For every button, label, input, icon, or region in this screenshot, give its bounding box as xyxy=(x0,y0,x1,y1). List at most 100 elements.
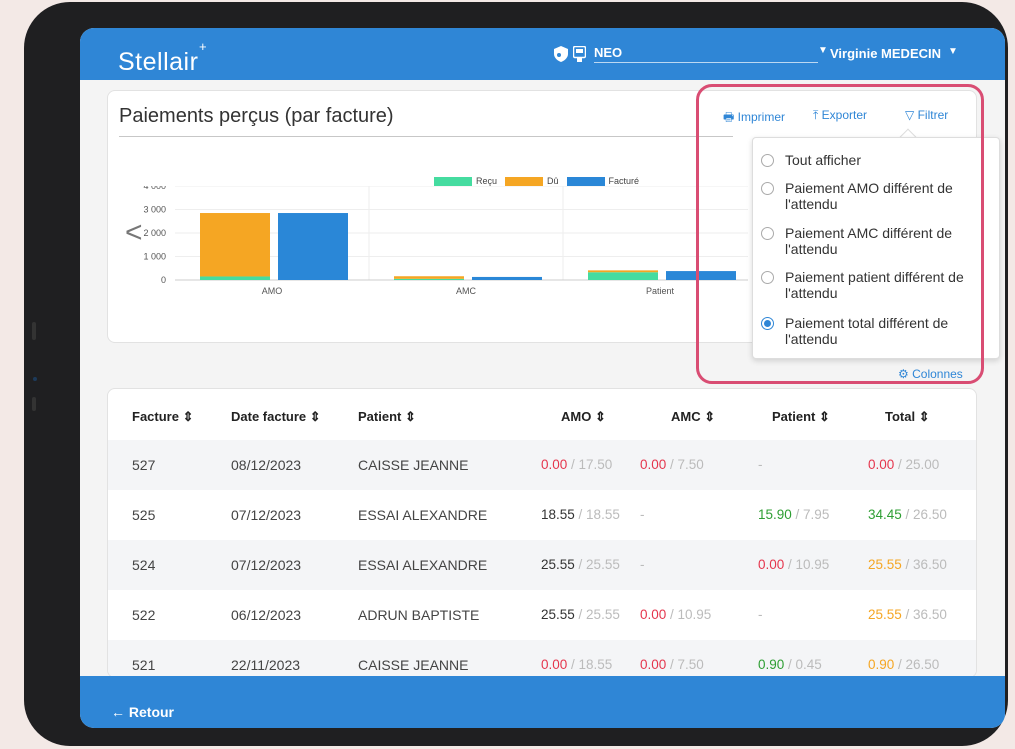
cell-amo-expected: / 25.55 xyxy=(574,557,620,572)
cell-total: 0.00 / 25.00 xyxy=(868,457,939,472)
page-title: Paiements perçus (par facture) xyxy=(119,105,394,127)
cell-total-expected: / 36.50 xyxy=(901,557,947,572)
cell-patient-amount: - xyxy=(758,607,763,622)
legend-label: Dû xyxy=(547,176,559,186)
cell-amc-value: - xyxy=(640,557,645,572)
cell-patient-amount: 15.90 / 7.95 xyxy=(758,507,829,522)
legend-label: Reçu xyxy=(476,176,498,186)
ps-selector[interactable]: NEO xyxy=(594,45,818,63)
table-row[interactable]: 522 06/12/2023 ADRUN BAPTISTE 25.55 / 25.55… xyxy=(108,590,976,640)
bar-du xyxy=(588,270,658,273)
side-sensor-light xyxy=(33,377,37,381)
cell-facture: 524 xyxy=(132,557,156,573)
cell-total: 34.45 / 26.50 xyxy=(868,507,947,522)
side-sensor xyxy=(32,322,36,340)
cell-amc-expected: / 7.50 xyxy=(666,657,704,672)
y-tick-label: 1 000 xyxy=(143,252,166,262)
cell-patient: ESSAI ALEXANDRE xyxy=(358,507,488,523)
header-amo[interactable]: AMO ⇕ xyxy=(561,409,606,425)
cell-amo-value: 25.55 xyxy=(541,557,575,572)
cell-total-value: 25.55 xyxy=(868,607,902,622)
cell-amc-value: 0.00 xyxy=(640,657,667,672)
legend-swatch xyxy=(434,176,472,186)
legend-label: Facturé xyxy=(608,176,640,186)
user-menu[interactable]: Virginie MEDECIN xyxy=(830,46,941,61)
table-row[interactable]: 527 08/12/2023 CAISSE JEANNE 0.00 / 17.50 0.… xyxy=(108,440,976,490)
highlight-frame xyxy=(696,84,984,384)
header-total[interactable]: Total ⇕ xyxy=(885,409,930,425)
cell-patient: CAISSE JEANNE xyxy=(358,657,469,673)
cell-total-expected: / 25.00 xyxy=(894,457,940,472)
shield-icon[interactable] xyxy=(554,46,568,62)
cell-amo-expected: / 18.55 xyxy=(574,507,620,522)
cell-amc: 0.00 / 10.95 xyxy=(640,607,711,622)
legend-swatch xyxy=(566,176,605,186)
cell-amc-value: - xyxy=(640,507,645,522)
app-logo: Stellair xyxy=(118,48,199,76)
header-amc[interactable]: AMC ⇕ xyxy=(671,409,715,425)
cell-amo: 0.00 / 17.50 xyxy=(541,457,612,472)
cell-patient: ESSAI ALEXANDRE xyxy=(358,557,488,573)
y-tick-label: 3 000 xyxy=(143,205,166,215)
bar-facture xyxy=(472,276,542,280)
cell-patient-amount-value: - xyxy=(758,607,763,622)
table-row[interactable]: 524 07/12/2023 ESSAI ALEXANDRE 25.55 / 25.5… xyxy=(108,540,976,590)
cell-facture: 522 xyxy=(132,607,156,623)
payments-table: Facture ⇕ Date facture ⇕ Patient ⇕ AMO ⇕… xyxy=(107,388,977,678)
cell-total-value: 25.55 xyxy=(868,557,902,572)
x-tick-label: Patient xyxy=(646,286,675,296)
cell-patient-amount-expected: / 10.95 xyxy=(784,557,830,572)
cell-amo-expected: / 25.55 xyxy=(574,607,620,622)
cell-facture: 521 xyxy=(132,657,156,673)
cell-patient-amount: 0.00 / 10.95 xyxy=(758,557,829,572)
header-patient[interactable]: Patient ⇕ xyxy=(358,409,416,425)
cell-amo-expected: / 18.55 xyxy=(567,657,613,672)
cell-amo-value: 0.00 xyxy=(541,657,568,672)
header-patient-amount[interactable]: Patient ⇕ xyxy=(772,409,830,425)
bar-recu xyxy=(394,278,464,280)
cell-date: 06/12/2023 xyxy=(231,607,302,623)
cell-total-value: 34.45 xyxy=(868,507,902,522)
cell-total: 25.55 / 36.50 xyxy=(868,607,947,622)
x-tick-label: AMO xyxy=(262,286,283,296)
cell-amc: 0.00 / 7.50 xyxy=(640,657,704,672)
bar-chart: 4 000 3 000 2 000 1 000 0 AMO AMC Patient xyxy=(143,186,748,296)
card-reader-icon[interactable] xyxy=(573,46,586,62)
chevron-down-icon[interactable]: ▼ xyxy=(818,45,828,56)
cell-date: 07/12/2023 xyxy=(231,557,302,573)
cell-patient-amount-expected: / 7.95 xyxy=(791,507,830,522)
cell-amo-expected: / 17.50 xyxy=(567,457,613,472)
bottom-bar: ← Retour xyxy=(80,676,1005,728)
cell-patient-amount-value: 0.00 xyxy=(758,557,785,572)
cell-amc-expected: / 7.50 xyxy=(666,457,704,472)
cell-patient: ADRUN BAPTISTE xyxy=(358,607,480,623)
header-date[interactable]: Date facture ⇕ xyxy=(231,409,321,425)
bar-recu xyxy=(588,272,658,280)
cell-total-expected: / 26.50 xyxy=(901,507,947,522)
y-tick-label: 0 xyxy=(161,275,166,285)
cell-facture: 527 xyxy=(132,457,156,473)
cell-date: 07/12/2023 xyxy=(231,507,302,523)
cell-date: 08/12/2023 xyxy=(231,457,302,473)
y-tick-label: 2 000 xyxy=(143,228,166,238)
table-row[interactable]: 525 07/12/2023 ESSAI ALEXANDRE 18.55 / 18.5… xyxy=(108,490,976,540)
bar-recu xyxy=(200,276,270,280)
cell-amo: 25.55 / 25.55 xyxy=(541,607,620,622)
cell-total-value: 0.90 xyxy=(868,657,895,672)
bar-du xyxy=(200,213,270,277)
cell-amo-value: 25.55 xyxy=(541,607,575,622)
chevron-left-icon[interactable]: < xyxy=(125,216,143,250)
cell-facture: 525 xyxy=(132,507,156,523)
cell-total-expected: / 26.50 xyxy=(894,657,940,672)
table-row[interactable]: 521 22/11/2023 CAISSE JEANNE 0.00 / 18.55 0.… xyxy=(108,640,976,677)
title-divider xyxy=(119,136,733,137)
chevron-down-icon[interactable]: ▼ xyxy=(948,46,958,57)
cell-patient-amount-value: 15.90 xyxy=(758,507,792,522)
cell-patient-amount-value: - xyxy=(758,457,763,472)
cell-date: 22/11/2023 xyxy=(231,657,301,673)
back-button[interactable]: ← Retour xyxy=(111,704,174,720)
side-sensor xyxy=(32,397,36,411)
cell-patient: CAISSE JEANNE xyxy=(358,457,469,473)
header-facture[interactable]: Facture ⇕ xyxy=(132,409,193,425)
cell-amo: 18.55 / 18.55 xyxy=(541,507,620,522)
